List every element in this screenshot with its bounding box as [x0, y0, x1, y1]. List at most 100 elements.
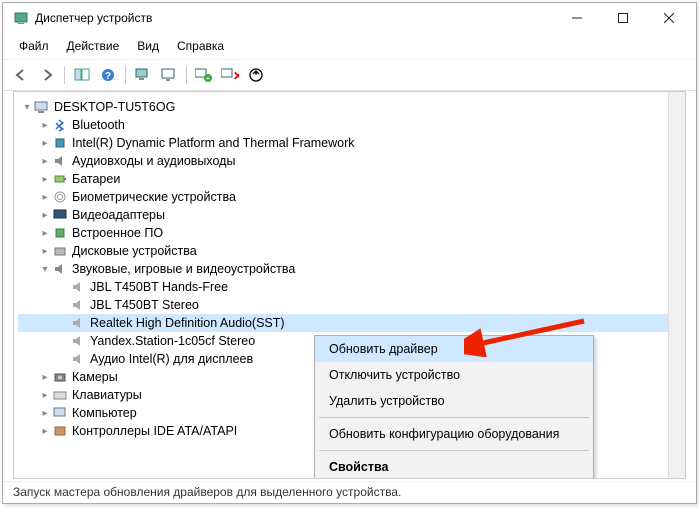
- tree-label: Intel(R) Dynamic Platform and Thermal Fr…: [72, 136, 354, 150]
- speaker-icon: [70, 333, 86, 349]
- menu-view[interactable]: Вид: [129, 35, 167, 57]
- tree-device-jbl-handsfree[interactable]: JBL T450BT Hands-Free: [18, 278, 668, 296]
- chevron-right-icon[interactable]: ▸: [38, 156, 52, 167]
- keyboard-icon: [52, 387, 68, 403]
- disk-icon: [52, 243, 68, 259]
- tree-category-bluetooth[interactable]: ▸ Bluetooth: [18, 116, 668, 134]
- battery-icon: [52, 171, 68, 187]
- titlebar[interactable]: Диспетчер устройств: [3, 3, 696, 33]
- chip-icon: [52, 135, 68, 151]
- tree-label: Видеоадаптеры: [72, 208, 165, 222]
- toolbar-sep: [64, 66, 65, 84]
- ctx-update-driver[interactable]: Обновить драйвер: [315, 336, 593, 362]
- speaker-icon: [70, 297, 86, 313]
- chevron-right-icon[interactable]: ▸: [38, 174, 52, 185]
- display-icon: [52, 207, 68, 223]
- ctx-disable-device[interactable]: Отключить устройство: [315, 362, 593, 388]
- ctx-sep: [319, 450, 589, 451]
- menu-file[interactable]: Файл: [11, 35, 57, 57]
- speaker-icon: [70, 279, 86, 295]
- svg-text:?: ?: [105, 71, 111, 82]
- svg-text:✕: ✕: [233, 69, 239, 82]
- status-bar: Запуск мастера обновления драйверов для …: [3, 481, 696, 503]
- tree-category-sound[interactable]: ▾ Звуковые, игровые и видеоустройства: [18, 260, 668, 278]
- chevron-right-icon[interactable]: ▸: [38, 408, 52, 419]
- menu-help[interactable]: Справка: [169, 35, 232, 57]
- computer-icon-button[interactable]: [131, 64, 155, 86]
- chevron-right-icon[interactable]: ▸: [38, 246, 52, 257]
- tree-label: Клавиатуры: [72, 388, 142, 402]
- tree-category-battery[interactable]: ▸ Батареи: [18, 170, 668, 188]
- monitor-remove-icon[interactable]: ✕: [218, 64, 242, 86]
- tree-root[interactable]: ▾ DESKTOP-TU5T6OG: [18, 98, 668, 116]
- context-menu: Обновить драйвер Отключить устройство Уд…: [314, 335, 594, 479]
- fingerprint-icon: [52, 189, 68, 205]
- help-icon[interactable]: ?: [96, 64, 120, 86]
- camera-icon: [52, 369, 68, 385]
- tree-label: Батареи: [72, 172, 120, 186]
- chevron-right-icon[interactable]: ▸: [38, 120, 52, 131]
- device-manager-window: Диспетчер устройств Файл Действие Вид Сп…: [2, 2, 697, 504]
- tree-root-label: DESKTOP-TU5T6OG: [54, 100, 175, 114]
- app-icon: [13, 10, 29, 26]
- tree-label: Камеры: [72, 370, 118, 384]
- menu-action[interactable]: Действие: [59, 35, 128, 57]
- show-hide-console-icon[interactable]: [70, 64, 94, 86]
- tree-label: Компьютер: [72, 406, 137, 420]
- tree-label: Realtek High Definition Audio(SST): [90, 316, 285, 330]
- toolbar-sep: [125, 66, 126, 84]
- tree-label: Звуковые, игровые и видеоустройства: [72, 262, 295, 276]
- chevron-right-icon[interactable]: ▸: [38, 228, 52, 239]
- tree-label: Bluetooth: [72, 118, 125, 132]
- chevron-right-icon[interactable]: ▸: [38, 210, 52, 221]
- tree-label: Аудио Intel(R) для дисплеев: [90, 352, 253, 366]
- tree-label: Биометрические устройства: [72, 190, 236, 204]
- tree-label: Встроенное ПО: [72, 226, 163, 240]
- chevron-right-icon[interactable]: ▸: [38, 372, 52, 383]
- tree-label: Контроллеры IDE ATA/ATAPI: [72, 424, 237, 438]
- tree-category-firmware[interactable]: ▸ Встроенное ПО: [18, 224, 668, 242]
- forward-button[interactable]: [35, 64, 59, 86]
- ctx-scan-hardware[interactable]: Обновить конфигурацию оборудования: [315, 421, 593, 447]
- tree-category-audio-io[interactable]: ▸ Аудиовходы и аудиовыходы: [18, 152, 668, 170]
- tree-category-disk[interactable]: ▸ Дисковые устройства: [18, 242, 668, 260]
- tree-label: Дисковые устройства: [72, 244, 197, 258]
- bluetooth-icon: [52, 117, 68, 133]
- update-driver-icon[interactable]: [244, 64, 268, 86]
- ctx-uninstall-device[interactable]: Удалить устройство: [315, 388, 593, 414]
- speaker-icon: [52, 261, 68, 277]
- chevron-right-icon[interactable]: ▸: [38, 192, 52, 203]
- chevron-right-icon[interactable]: ▸: [38, 138, 52, 149]
- speaker-icon: [70, 351, 86, 367]
- chevron-down-icon[interactable]: ▾: [38, 264, 52, 275]
- back-button[interactable]: [9, 64, 33, 86]
- close-button[interactable]: [646, 3, 692, 33]
- toolbar: ? + ✕: [3, 60, 696, 91]
- monitor-icon-button[interactable]: [157, 64, 181, 86]
- vertical-scrollbar[interactable]: [668, 92, 685, 478]
- tree-device-jbl-stereo[interactable]: JBL T450BT Stereo: [18, 296, 668, 314]
- minimize-button[interactable]: [554, 3, 600, 33]
- speaker-icon: [52, 153, 68, 169]
- tree-category-biometric[interactable]: ▸ Биометрические устройства: [18, 188, 668, 206]
- tree-label: JBL T450BT Stereo: [90, 298, 199, 312]
- tree-label: Аудиовходы и аудиовыходы: [72, 154, 235, 168]
- tree-label: JBL T450BT Hands-Free: [90, 280, 228, 294]
- ctx-properties[interactable]: Свойства: [315, 454, 593, 479]
- chevron-right-icon[interactable]: ▸: [38, 426, 52, 437]
- chevron-down-icon[interactable]: ▾: [20, 102, 34, 113]
- tree-device-realtek[interactable]: Realtek High Definition Audio(SST): [18, 314, 668, 332]
- svg-text:+: +: [206, 74, 211, 82]
- window-title: Диспетчер устройств: [35, 11, 554, 25]
- monitor-add-icon[interactable]: +: [192, 64, 216, 86]
- chevron-right-icon[interactable]: ▸: [38, 390, 52, 401]
- ctx-sep: [319, 417, 589, 418]
- tree-category-video[interactable]: ▸ Видеоадаптеры: [18, 206, 668, 224]
- computer-icon: [34, 99, 50, 115]
- tree-label: Yandex.Station-1c05cf Stereo: [90, 334, 255, 348]
- maximize-button[interactable]: [600, 3, 646, 33]
- tree-category-intel-platform[interactable]: ▸ Intel(R) Dynamic Platform and Thermal F…: [18, 134, 668, 152]
- computer-icon: [52, 405, 68, 421]
- chip-icon: [52, 225, 68, 241]
- toolbar-sep: [186, 66, 187, 84]
